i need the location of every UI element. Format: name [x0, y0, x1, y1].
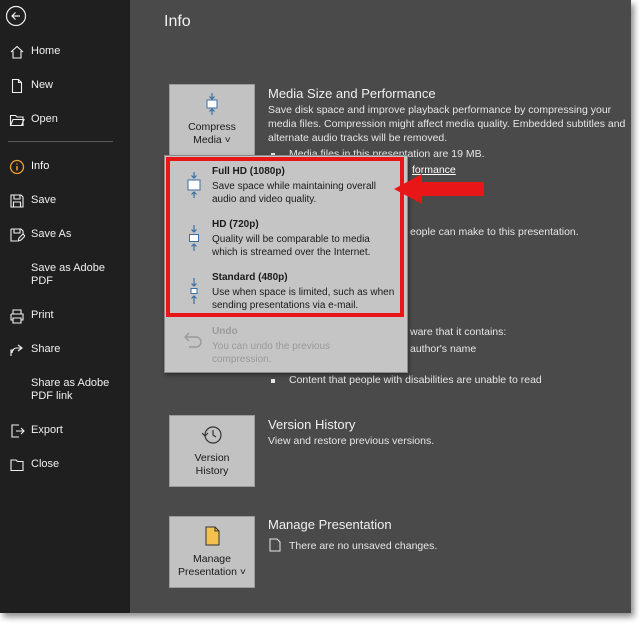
- sidebar-item-label: Share: [31, 343, 61, 355]
- sidebar-item-new[interactable]: New: [0, 71, 130, 101]
- share-icon: [10, 344, 23, 356]
- save-icon: [10, 194, 24, 208]
- sidebar-item-label: Save: [31, 194, 57, 206]
- version-section-description: View and restore previous versions.: [268, 435, 435, 447]
- sidebar-item-label: New: [31, 79, 54, 91]
- manage-presentation-button[interactable]: Manage Presentation ˅: [169, 516, 255, 588]
- sidebar-item-label: Save As: [31, 228, 72, 240]
- undo-icon: [184, 332, 202, 348]
- version-history-button[interactable]: Version History: [169, 415, 255, 487]
- option-title: Undo: [212, 326, 238, 337]
- home-icon: [10, 45, 24, 59]
- page-title: Info: [164, 13, 191, 30]
- document-check-icon: [269, 538, 281, 552]
- app-window: Home New Open Info Save Save As Save as …: [0, 0, 631, 613]
- inspect-description: ware that it contains:: [410, 326, 507, 338]
- manage-section-heading: Manage Presentation: [268, 517, 392, 532]
- open-folder-icon: [9, 114, 25, 127]
- manage-presentation-icon: [205, 526, 220, 546]
- sidebar-item-open[interactable]: Open: [0, 105, 130, 135]
- sidebar-item-share[interactable]: Share: [0, 335, 130, 365]
- sidebar-item-close[interactable]: Close: [0, 450, 130, 480]
- inspect-item-accessibility: Content that people with disabilities ar…: [289, 374, 542, 386]
- print-icon: [10, 309, 24, 324]
- manage-section-description: There are no unsaved changes.: [289, 540, 438, 552]
- sidebar-item-home[interactable]: Home: [0, 37, 130, 67]
- close-icon: [10, 459, 24, 472]
- sidebar-item-export[interactable]: Export: [0, 416, 130, 446]
- sidebar-divider: [8, 141, 113, 142]
- sidebar-item-label: Export: [31, 424, 63, 436]
- info-icon: [9, 159, 25, 175]
- highlight-box: [166, 157, 404, 317]
- version-history-icon: [201, 426, 222, 444]
- sidebar-item-label: Save as Adobe PDF: [31, 262, 106, 287]
- protect-description: eople can make to this presentation.: [410, 226, 579, 238]
- sidebar-item-label: Open: [31, 113, 58, 125]
- backstage-sidebar: Home New Open Info Save Save As Save as …: [0, 0, 130, 613]
- sidebar-item-label: Print: [31, 309, 54, 321]
- sidebar-item-label: Info: [31, 160, 50, 172]
- export-icon: [11, 424, 25, 438]
- sidebar-item-share-as-adobe-pdf-link[interactable]: Share as Adobe PDF link: [0, 369, 130, 409]
- version-section-heading: Version History: [268, 417, 356, 432]
- sidebar-item-label: Share as Adobe PDF link: [31, 377, 110, 402]
- compress-media-button[interactable]: Compress Media ˅: [169, 84, 255, 156]
- new-document-icon: [11, 78, 23, 94]
- sidebar-item-save[interactable]: Save: [0, 186, 130, 216]
- version-history-label: Version History: [194, 452, 230, 477]
- media-section-description: Save disk space and improve playback per…: [268, 104, 626, 144]
- option-undo: Undo You can undo the previous compressi…: [165, 324, 407, 374]
- compress-media-icon: [206, 93, 218, 115]
- back-arrow-icon[interactable]: [5, 5, 27, 27]
- manage-presentation-label: Manage Presentation ˅: [177, 553, 246, 578]
- sidebar-item-save-as[interactable]: Save As: [0, 220, 130, 250]
- red-arrow-icon: [394, 174, 484, 204]
- sidebar-item-save-as-adobe-pdf[interactable]: Save as Adobe PDF: [0, 254, 130, 294]
- sidebar-item-label: Home: [31, 45, 61, 57]
- bullet-marker: [271, 379, 275, 383]
- media-section-heading: Media Size and Performance: [268, 86, 436, 101]
- save-as-icon: [10, 228, 25, 242]
- compress-media-label: Compress Media ˅: [188, 121, 236, 146]
- sidebar-item-print[interactable]: Print: [0, 301, 130, 331]
- sidebar-item-label: Close: [31, 458, 60, 470]
- inspect-item-author: author's name: [410, 343, 477, 355]
- option-description: You can undo the previous compression.: [212, 341, 331, 365]
- sidebar-item-info[interactable]: Info: [0, 152, 130, 182]
